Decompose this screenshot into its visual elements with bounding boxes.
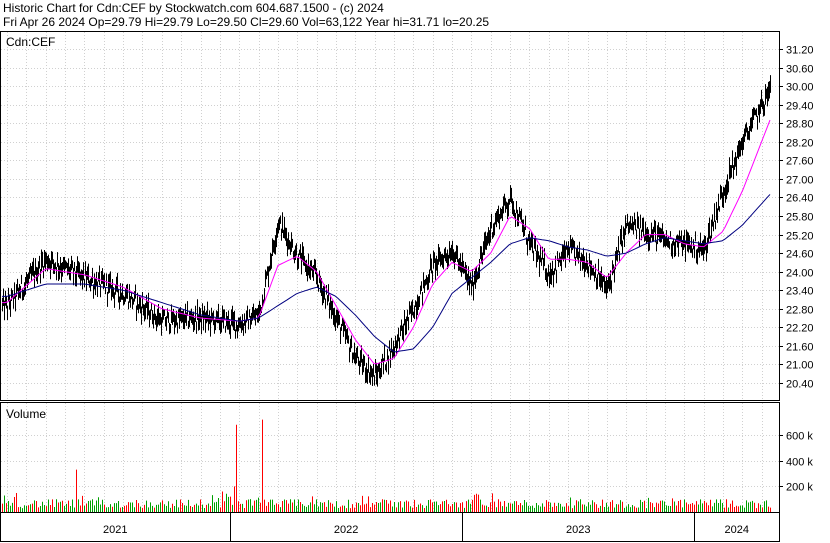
- year-label: 2023: [566, 524, 590, 536]
- price-panel-label: Cdn:CEF: [6, 35, 55, 49]
- price-tick-label: 28.20: [786, 138, 814, 150]
- price-tick-label: 21.60: [786, 342, 814, 354]
- year-label: 2024: [725, 524, 749, 536]
- volume-bars: [2, 419, 771, 512]
- price-tick-label: 30.00: [786, 82, 814, 94]
- volume-panel-label: Volume: [6, 407, 46, 421]
- price-tick-label: 27.00: [786, 175, 814, 187]
- price-tick-label: 24.00: [786, 268, 814, 280]
- price-tick-label: 27.60: [786, 156, 814, 168]
- price-tick-label: 21.00: [786, 360, 814, 372]
- grid-lines: [1, 32, 783, 541]
- price-tick-label: 23.40: [786, 286, 814, 298]
- price-bars: [2, 75, 771, 387]
- stock-chart: 31.20 30.60 30.00 29.40 28.80 28.20 27.60 27.00…: [0, 31, 814, 542]
- price-tick-label: 25.20: [786, 231, 814, 243]
- price-tick-label: 22.80: [786, 305, 814, 317]
- price-tick-label: 31.20: [786, 45, 814, 57]
- volume-panel-frame: [0, 402, 780, 513]
- price-tick-label: 20.40: [786, 379, 814, 391]
- volume-tick-label: 400 k: [786, 457, 813, 469]
- price-tick-label: 26.40: [786, 193, 814, 205]
- price-tick-label: 22.20: [786, 323, 814, 335]
- price-tick-label: 25.80: [786, 212, 814, 224]
- price-tick-label: 30.60: [786, 64, 814, 76]
- year-label: 2022: [334, 524, 358, 536]
- year-label: 2021: [103, 524, 127, 536]
- price-tick-label: 28.80: [786, 119, 814, 131]
- price-tick-label: 24.60: [786, 249, 814, 261]
- volume-tick-label: 200 k: [786, 482, 813, 494]
- price-tick-label: 29.40: [786, 101, 814, 113]
- volume-tick-label: 600 k: [786, 431, 813, 443]
